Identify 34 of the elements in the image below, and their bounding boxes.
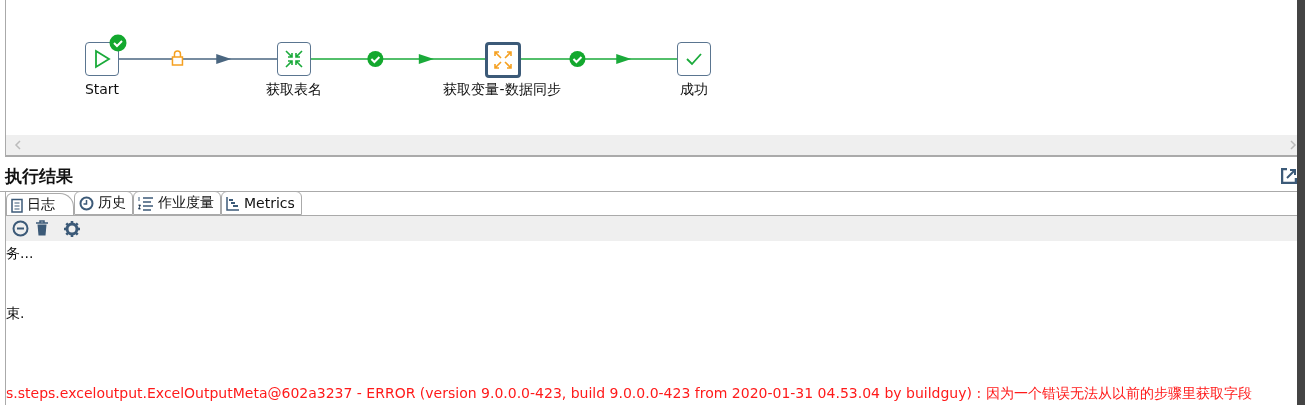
minus-circle-icon[interactable] (12, 220, 29, 237)
log-line: 务... (6, 244, 35, 263)
tab[interactable]: Metrics (221, 191, 302, 215)
log-line: 束. (6, 304, 26, 323)
step-label: 获取表名 (266, 81, 322, 99)
play-icon (92, 49, 112, 69)
hop-arrow[interactable] (518, 54, 678, 64)
gantt-chart-icon (226, 195, 240, 211)
hop-arrow[interactable] (310, 54, 486, 64)
vertical-scrollbar[interactable] (1297, 0, 1305, 405)
clock-icon (79, 195, 94, 211)
tab[interactable]: 历史 (74, 191, 133, 215)
trash-icon[interactable] (35, 220, 49, 237)
arrows-outward-icon (493, 50, 513, 70)
check-badge-icon (367, 51, 384, 67)
job-step-node[interactable] (485, 42, 521, 78)
hop-arrow[interactable] (118, 54, 278, 64)
job-step-node[interactable] (85, 42, 119, 76)
job-step-node[interactable] (277, 42, 311, 76)
step-label: 获取变量-数据同步 (443, 81, 561, 99)
step-label: Start (84, 81, 120, 97)
tab[interactable]: 作业度量 (133, 191, 221, 215)
numbered-list-icon (138, 195, 154, 211)
tab[interactable]: 日志 (6, 193, 74, 216)
notepad-icon (11, 197, 23, 213)
panel-title: 执行结果 (5, 164, 73, 188)
settings-icon[interactable] (63, 219, 81, 238)
step-label: 成功 (680, 81, 708, 99)
job-step-node[interactable] (677, 42, 711, 76)
check-badge-icon (569, 51, 586, 67)
arrows-inward-icon (284, 49, 304, 69)
log-line: s.steps.exceloutput.ExcelOutputMeta@602a3237 - ERROR (version 9.0.0.0-423, build 9.0.0.0-423 from 2020-01-31 04.53.04 by buildguy) : 因为一个错误无法从以前的步骤里获取字段 (6, 384, 1253, 403)
pop-out-icon[interactable] (1281, 168, 1297, 184)
lock-icon (171, 50, 184, 66)
